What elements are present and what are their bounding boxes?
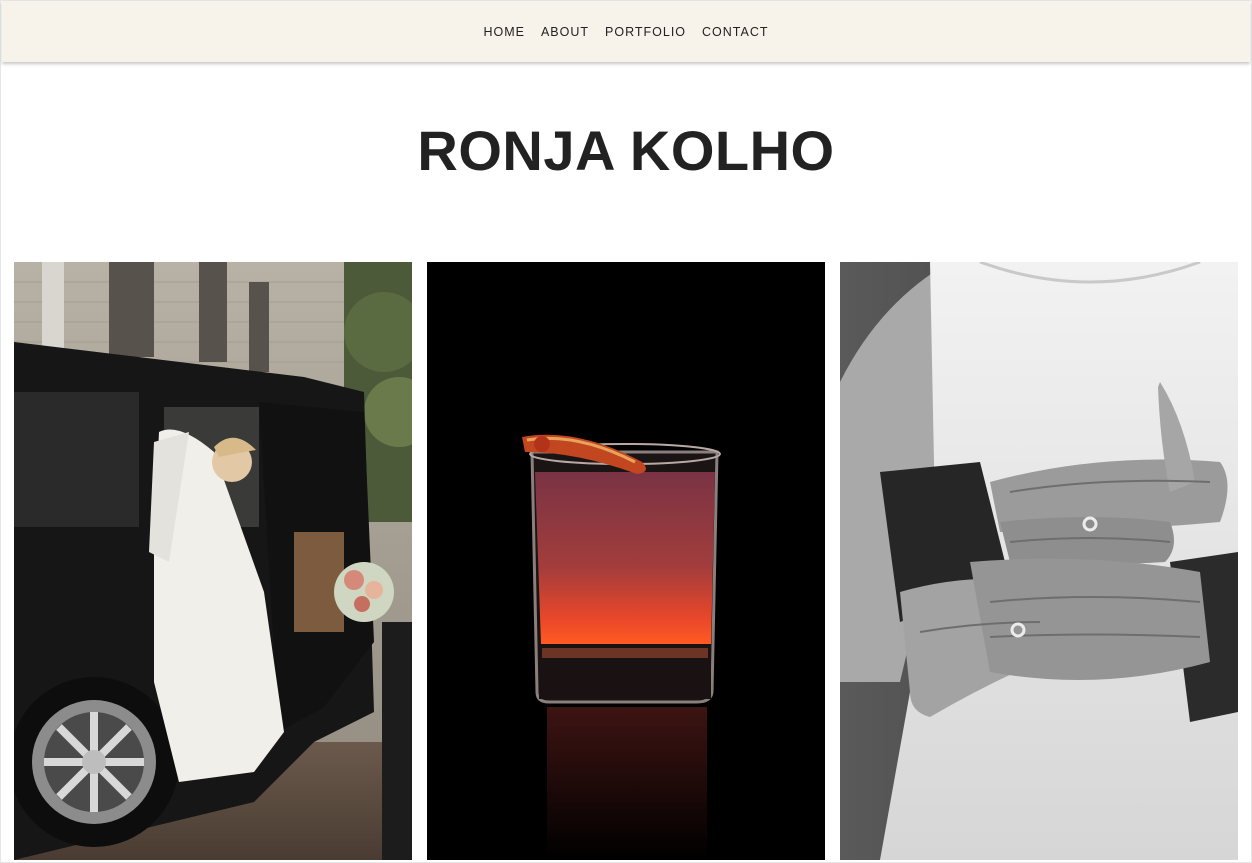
nav-home-link[interactable]: HOME [483,25,525,39]
wedding-hands-rings-photo[interactable] [840,262,1238,860]
main-nav: HOME ABOUT PORTFOLIO CONTACT [475,25,776,39]
bride-exiting-car-photo[interactable] [14,262,412,860]
portfolio-gallery [14,262,1238,860]
nav-portfolio-link[interactable]: PORTFOLIO [605,25,686,39]
nav-contact-link[interactable]: CONTACT [702,25,769,39]
top-navbar: HOME ABOUT PORTFOLIO CONTACT [2,1,1250,62]
nav-about-link[interactable]: ABOUT [541,25,589,39]
cocktail-glass-photo[interactable] [427,262,825,860]
site-title: RONJA KOLHO [417,119,835,182]
